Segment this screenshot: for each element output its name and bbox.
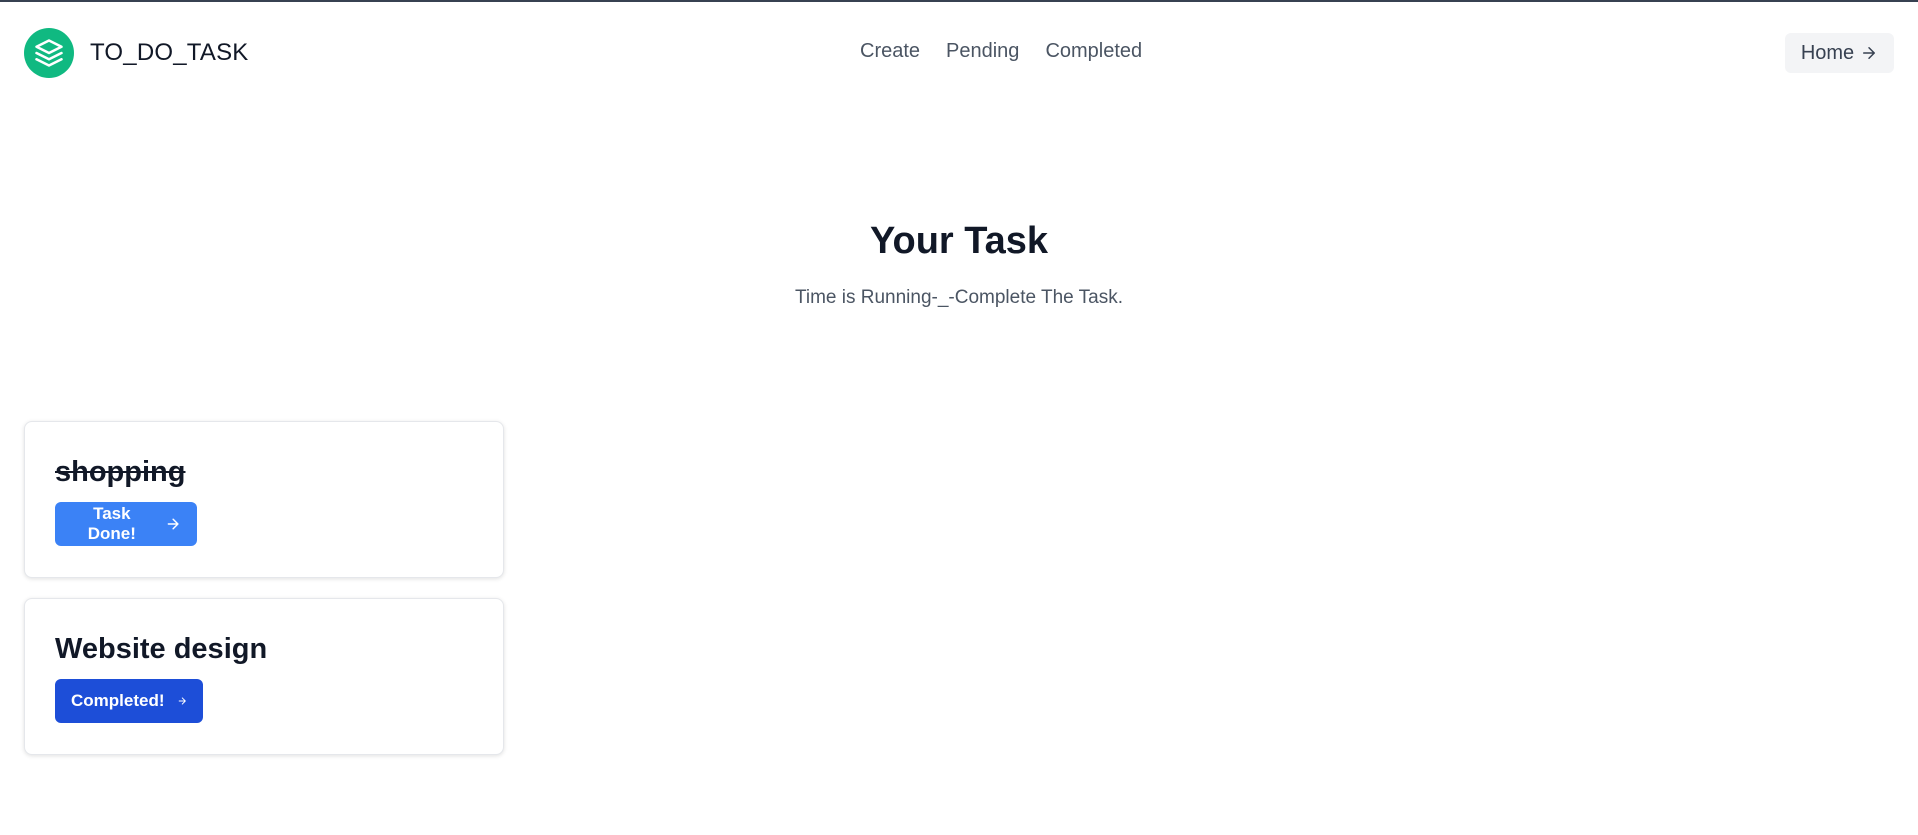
nav-completed[interactable]: Completed [1045, 40, 1142, 63]
page-subtitle: Time is Running-_-Complete The Task. [794, 287, 1124, 308]
task-done-label: Task Done! [87, 504, 136, 543]
nav-create[interactable]: Create [860, 40, 920, 63]
page-title: Your Task [869, 220, 1049, 262]
arrow-right-icon [167, 518, 179, 530]
home-button[interactable]: Home [1785, 33, 1894, 73]
task-title: Website design [55, 633, 268, 665]
arrow-right-icon [178, 697, 186, 705]
task-title: shopping [55, 456, 186, 488]
completed-label: Completed! [71, 691, 165, 710]
task-card: Website design Completed! [24, 598, 504, 755]
completed-button[interactable]: Completed! [55, 679, 203, 723]
hero-section: Your Task Time is Running-_-Complete The… [0, 220, 1918, 309]
home-button-label: Home [1800, 41, 1855, 64]
layers-icon [24, 28, 74, 78]
brand-name: TO_DO_TASK [90, 39, 249, 66]
task-card: shopping Task Done! [24, 421, 504, 578]
task-done-button[interactable]: Task Done! [55, 502, 197, 546]
brand[interactable]: TO_DO_TASK [24, 28, 249, 78]
site-header: TO_DO_TASK Create Pending Completed Home [0, 2, 1918, 102]
arrow-right-icon [1863, 47, 1876, 59]
main-nav: Create Pending Completed [860, 40, 1142, 63]
nav-pending[interactable]: Pending [946, 40, 1019, 63]
